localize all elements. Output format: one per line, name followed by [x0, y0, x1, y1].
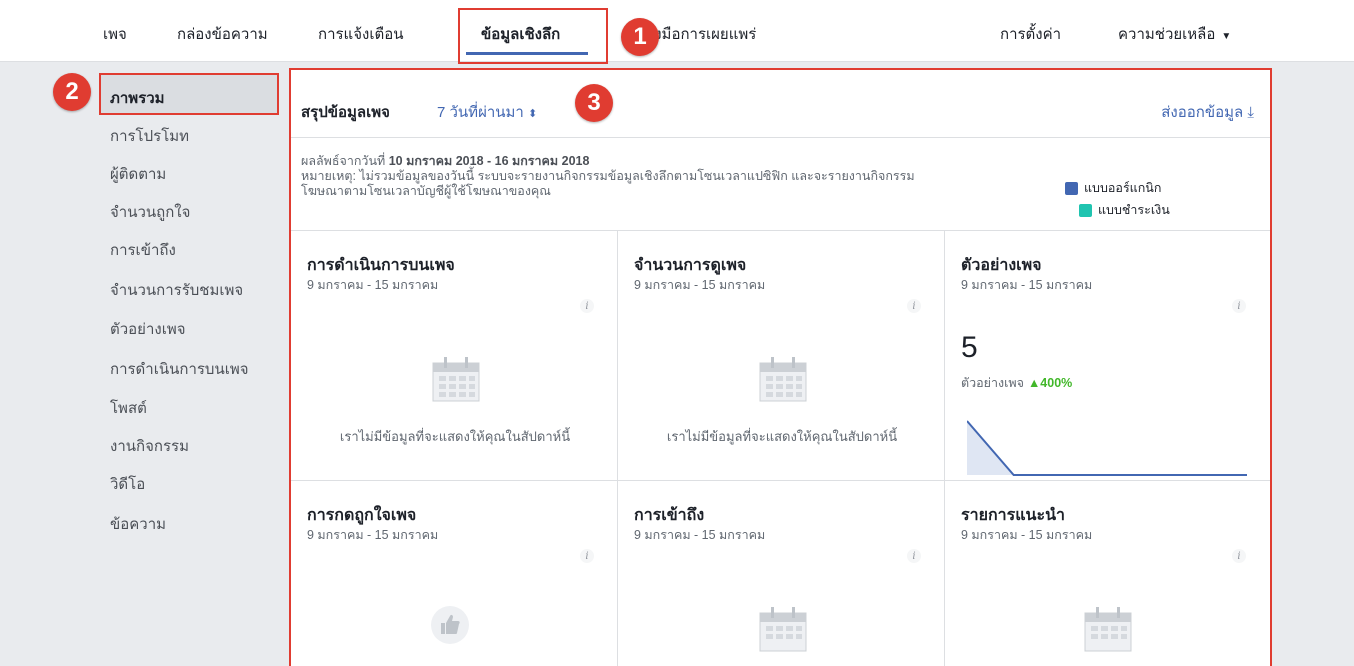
sort-caret-icon: ⬍	[528, 108, 538, 120]
calendar-icon	[759, 607, 807, 652]
info-icon[interactable]: i	[1232, 299, 1246, 313]
card-date: 9 มกราคม - 15 มกราคม	[307, 278, 439, 292]
summary-title: สรุปข้อมูลเพจ	[301, 104, 390, 121]
legend-paid-label: แบบชำระเงิน	[1098, 203, 1170, 217]
card-page-views[interactable]: จำนวนการดูเพจ 9 มกราคม - 15 มกราคม i เรา…	[618, 230, 945, 480]
empty-state-text: เราไม่มีข้อมูลที่จะแสดงให้คุณในสัปดาห์นี…	[339, 429, 571, 444]
results-prefix: ผลลัพธ์จากวันที่	[301, 154, 386, 168]
sparkline-line	[967, 420, 1247, 476]
calendar-icon	[432, 357, 480, 402]
top-navigation: เพจ กล่องข้อความ การแจ้งเตือน ข้อมูลเชิง…	[0, 0, 1354, 62]
card-date: 9 มกราคม - 15 มกราคม	[634, 528, 766, 542]
nav-page[interactable]: เพจ	[103, 22, 127, 46]
sidebar-item-posts[interactable]: โพสต์	[110, 396, 147, 420]
legend-paid-swatch	[1079, 203, 1092, 217]
highlight-insights-tab	[458, 8, 608, 64]
sparkline-area	[967, 421, 1247, 475]
info-icon[interactable]: i	[580, 549, 594, 563]
download-icon: ⤓	[1247, 104, 1254, 121]
card-reach[interactable]: การเข้าถึง 9 มกราคม - 15 มกราคม i	[618, 480, 945, 666]
sidebar-item-reach[interactable]: การเข้าถึง	[110, 238, 176, 262]
metric-value: 5	[961, 331, 978, 364]
card-date: 9 มกราคม - 15 มกราคม	[961, 528, 1093, 542]
nav-inbox[interactable]: กล่องข้อความ	[177, 22, 268, 46]
card-recommendations[interactable]: รายการแนะนำ 9 มกราคม - 15 มกราคม i	[945, 480, 1270, 666]
nav-notifications[interactable]: การแจ้งเตือน	[318, 22, 403, 46]
nav-help[interactable]: ความช่วยเหลือ ▼	[1118, 22, 1231, 46]
calendar-icon	[759, 357, 807, 402]
info-icon[interactable]: i	[907, 549, 921, 563]
card-page-likes[interactable]: การกดถูกใจเพจ 9 มกราคม - 15 มกราคม i	[291, 480, 618, 666]
card-page-previews[interactable]: ตัวอย่างเพจ 9 มกราคม - 15 มกราคม i 5 ตัว…	[945, 230, 1270, 480]
legend-organic: แบบออร์แกนิก	[1065, 178, 1161, 198]
card-date: 9 มกราคม - 15 มกราคม	[307, 528, 439, 542]
info-icon[interactable]: i	[1232, 549, 1246, 563]
sidebar-item-messages[interactable]: ข้อความ	[110, 512, 166, 536]
nav-settings[interactable]: การตั้งค่า	[1000, 22, 1061, 46]
annotation-badge-1: 1	[621, 18, 659, 56]
calendar-icon	[1084, 607, 1132, 652]
annotation-badge-3: 3	[575, 84, 613, 122]
sidebar-item-followers[interactable]: ผู้ติดตาม	[110, 162, 166, 186]
annotation-badge-2: 2	[53, 73, 91, 111]
metric-name: ตัวอย่างเพจ	[961, 376, 1024, 390]
sidebar-item-overview[interactable]: ภาพรวม	[110, 86, 165, 110]
chevron-down-icon: ▼	[1221, 31, 1232, 42]
metric-label: ตัวอย่างเพจ ▲400%	[961, 373, 1072, 393]
results-line: ผลลัพธ์จากวันที่ 10 มกราคม 2018 - 16 มกร…	[301, 154, 915, 169]
card-date: 9 มกราคม - 15 มกราคม	[961, 278, 1093, 292]
info-icon[interactable]: i	[907, 299, 921, 313]
note-line-1: หมายเหตุ: ไม่รวมข้อมูลของวันนี้ ระบบจะรา…	[301, 169, 915, 183]
legend-organic-label: แบบออร์แกนิก	[1084, 181, 1162, 195]
sidebar-item-actions-on-page[interactable]: การดำเนินการบนเพจ	[110, 357, 249, 381]
sidebar-item-page-views[interactable]: จำนวนการรับชมเพจ	[110, 278, 243, 302]
export-label: ส่งออกข้อมูล	[1161, 104, 1244, 121]
summary-header: สรุปข้อมูลเพจ 7 วันที่ผ่านมา ⬍ ส่งออกข้อ…	[291, 70, 1270, 138]
page-summary-panel: สรุปข้อมูลเพจ 7 วันที่ผ่านมา ⬍ ส่งออกข้อ…	[289, 68, 1272, 666]
date-range-dropdown[interactable]: 7 วันที่ผ่านมา ⬍	[437, 100, 537, 124]
sidebar-item-likes[interactable]: จำนวนถูกใจ	[110, 200, 190, 224]
export-data-link[interactable]: ส่งออกข้อมูล ⤓	[1161, 100, 1254, 124]
results-range: 10 มกราคม 2018 - 16 มกราคม 2018	[388, 154, 590, 168]
sparkline-chart	[967, 420, 1247, 476]
thumbs-up-icon	[431, 606, 469, 644]
sidebar-item-videos[interactable]: วิดีโอ	[110, 472, 145, 496]
sidebar-item-promotions[interactable]: การโปรโมท	[110, 124, 189, 148]
date-note: ผลลัพธ์จากวันที่ 10 มกราคม 2018 - 16 มกร…	[301, 154, 915, 199]
card-date: 9 มกราคม - 15 มกราคม	[634, 278, 766, 292]
sidebar-item-page-previews[interactable]: ตัวอย่างเพจ	[110, 317, 186, 341]
metric-change: ▲400%	[1027, 376, 1073, 390]
legend-organic-swatch	[1065, 181, 1078, 195]
legend-paid: แบบชำระเงิน	[1079, 200, 1170, 220]
date-range-label: 7 วันที่ผ่านมา	[437, 104, 524, 121]
note-line-2: โฆษณาตามโซนเวลาบัญชีผู้ใช้โฆษณาของคุณ	[301, 184, 551, 198]
info-icon[interactable]: i	[580, 299, 594, 313]
card-page-actions[interactable]: การดำเนินการบนเพจ 9 มกราคม - 15 มกราคม i…	[291, 230, 618, 480]
empty-state-text: เราไม่มีข้อมูลที่จะแสดงให้คุณในสัปดาห์นี…	[666, 429, 898, 444]
nav-help-label: ความช่วยเหลือ	[1118, 26, 1216, 43]
sidebar-item-events[interactable]: งานกิจกรรม	[110, 434, 189, 458]
